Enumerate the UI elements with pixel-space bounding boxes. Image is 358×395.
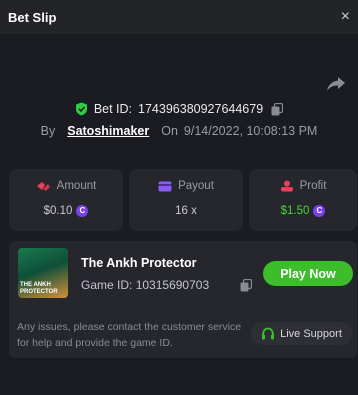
game-id-label: Game ID:	[81, 278, 133, 292]
bet-amount-icon	[36, 182, 50, 191]
on-label: On	[161, 124, 178, 138]
copy-icon[interactable]	[240, 279, 252, 292]
username-link[interactable]: Satoshimaker	[67, 124, 149, 138]
bet-id-row: Bet ID: 174396380927644679	[0, 100, 358, 118]
payout-value: 16 x	[175, 205, 197, 217]
payout-card-icon	[158, 181, 172, 191]
headset-icon	[262, 327, 275, 339]
page-title: Bet Slip	[8, 9, 57, 25]
profit-label: Profit	[299, 180, 327, 192]
shield-check-icon	[75, 102, 87, 116]
amount-label: Amount	[56, 180, 97, 192]
amount-card: Amount $0.10 C	[9, 169, 123, 231]
profit-value: $1.50	[280, 205, 310, 217]
bet-id-value: 174396380927644679	[138, 102, 264, 116]
coin-icon: C	[76, 205, 89, 217]
live-support-button[interactable]: Live Support	[251, 322, 352, 345]
by-label: By	[40, 124, 56, 138]
copy-icon[interactable]	[271, 102, 284, 116]
live-support-label: Live Support	[280, 327, 342, 340]
profit-card: Profit $1.50 C	[249, 169, 357, 231]
game-id-value: 10315690703	[135, 278, 210, 292]
amount-value: $0.10	[43, 205, 73, 217]
close-icon[interactable]: ×	[336, 9, 350, 25]
bet-datetime: 9/14/2022, 10:08:13 PM	[183, 124, 318, 138]
payout-card: Payout 16 x	[129, 169, 243, 231]
coin-icon: C	[313, 205, 326, 217]
bet-author-row: By Satoshimaker On 9/14/2022, 10:08:13 P…	[0, 122, 358, 140]
bet-slip-header: Bet Slip ×	[0, 0, 358, 34]
share-icon[interactable]	[326, 76, 346, 92]
game-card: THE ANKH PROTECTOR The Ankh Protector Ga…	[9, 241, 357, 358]
game-thumbnail[interactable]: THE ANKH PROTECTOR	[18, 248, 68, 298]
play-now-button[interactable]: Play Now	[263, 261, 353, 286]
support-notice: Any issues, please contact the customer …	[17, 321, 242, 349]
profit-icon	[280, 180, 293, 192]
payout-label: Payout	[178, 180, 214, 192]
bet-id-label: Bet ID:	[93, 102, 133, 116]
game-title: The Ankh Protector	[81, 256, 197, 270]
game-thumbnail-text: THE ANKH PROTECTOR	[20, 282, 58, 295]
